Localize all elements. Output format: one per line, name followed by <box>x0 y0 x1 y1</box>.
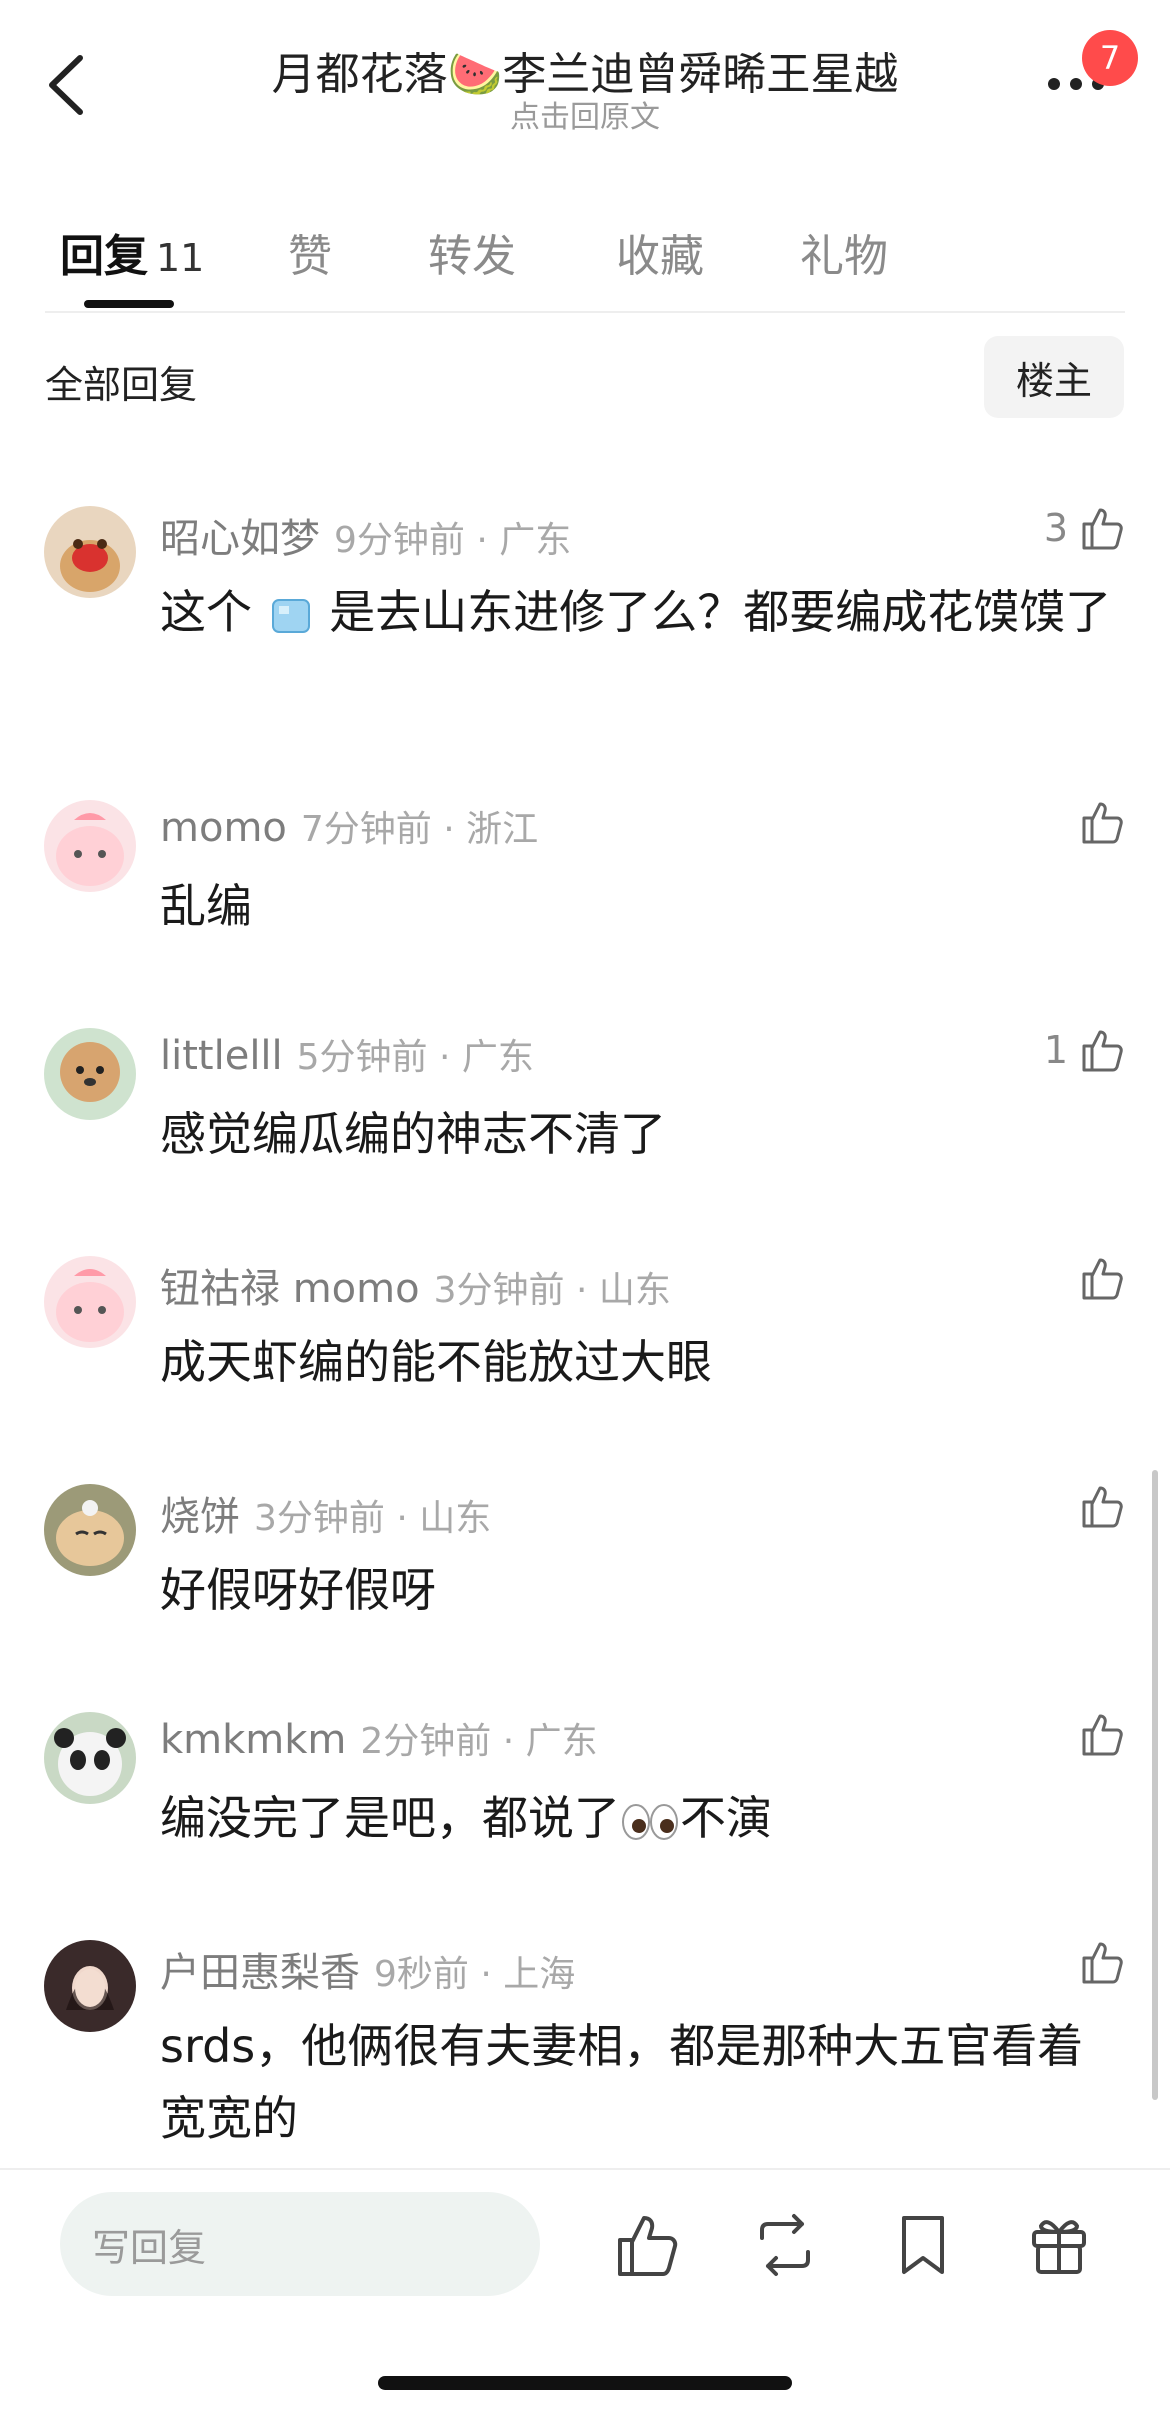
username[interactable]: 户田惠梨香 <box>160 1950 360 1996</box>
comment-text: srds，他俩很有夫妻相，都是那种大五官看着宽宽的 <box>160 2019 1084 2145</box>
op-only-button[interactable]: 楼主 <box>984 336 1124 418</box>
comment-meta: momo 7分钟前 · 浙江 <box>160 800 538 852</box>
timestamp-location: 9分钟前 · 广东 <box>334 520 572 561</box>
eyes-emoji-icon <box>622 1803 678 1840</box>
like-button[interactable] <box>1068 798 1126 846</box>
tab-gifts[interactable]: 礼物 <box>800 220 888 284</box>
like-count: 3 <box>1043 506 1068 550</box>
comment-text-part: 是去山东进修了么？都要编成花馍馍了 <box>329 585 1112 639</box>
thumbs-up-icon <box>1082 1486 1123 1528</box>
username[interactable]: momo <box>160 805 287 851</box>
back-to-original-link[interactable]: 点击回原文 <box>0 92 1170 136</box>
tab-bar: 回复 11 赞 转发 收藏 礼物 <box>0 200 1170 310</box>
thumbs-up-icon <box>1082 1258 1123 1300</box>
like-count: 1 <box>1043 1028 1068 1072</box>
ice-cube-emoji-icon <box>271 598 310 633</box>
divider <box>45 311 1125 313</box>
like-button[interactable] <box>1068 1710 1126 1758</box>
tab-replies[interactable]: 回复 11 <box>60 220 204 284</box>
scrollbar[interactable] <box>1152 1470 1158 2100</box>
gift-icon[interactable] <box>1024 2210 1094 2280</box>
timestamp-location: 2分钟前 · 广东 <box>360 1721 598 1762</box>
comment-text-part: 编没完了是吧，都说了 <box>160 1791 620 1845</box>
comment-meta: 昭心如梦 9分钟前 · 广东 <box>160 506 571 564</box>
thumbs-up-icon <box>1082 508 1123 550</box>
like-button[interactable] <box>1068 1482 1126 1530</box>
comment-text: 好假呀好假呀 <box>160 1563 436 1617</box>
avatar[interactable] <box>44 1484 136 1576</box>
timestamp-location: 3分钟前 · 山东 <box>254 1498 492 1539</box>
like-button[interactable]: 1 <box>1044 1026 1126 1074</box>
thumbs-up-icon <box>1082 802 1123 844</box>
avatar[interactable] <box>44 506 136 598</box>
reply-input[interactable]: 写回复 <box>60 2192 540 2296</box>
thumbs-up-icon <box>1082 1942 1123 1984</box>
like-button[interactable] <box>1068 1938 1126 1986</box>
comment-meta: kmkmkm 2分钟前 · 广东 <box>160 1712 598 1764</box>
comment-meta: 户田惠梨香 9秒前 · 上海 <box>160 1940 575 1998</box>
tab-count: 11 <box>156 236 205 280</box>
section-title: 全部回复 <box>45 363 198 407</box>
home-indicator[interactable] <box>378 2376 792 2390</box>
thumbs-up-icon <box>1082 1030 1123 1072</box>
repost-icon[interactable] <box>750 2210 820 2280</box>
comment-text-part: 不演 <box>680 1791 772 1845</box>
avatar[interactable] <box>44 1256 136 1348</box>
avatar[interactable] <box>44 1712 136 1804</box>
avatar[interactable] <box>44 1028 136 1120</box>
comment-meta: 烧饼 3分钟前 · 山东 <box>160 1484 491 1542</box>
username[interactable]: kmkmkm <box>160 1717 346 1763</box>
comment-text: 乱编 <box>160 879 252 933</box>
thumbs-up-icon[interactable] <box>612 2210 682 2280</box>
comment-text: 编没完了是吧，都说了 不演 <box>160 1782 1120 1854</box>
thumbs-up-icon <box>1082 1714 1123 1756</box>
bookmark-icon[interactable] <box>888 2210 958 2280</box>
tab-label: 回复 <box>60 231 148 282</box>
comment-text: 成天虾编的能不能放过大眼 <box>160 1335 712 1389</box>
avatar[interactable] <box>44 800 136 892</box>
notification-badge: 7 <box>1082 30 1138 86</box>
timestamp-location: 9秒前 · 上海 <box>374 1954 576 1995</box>
top-bar: 月都花落🍉李兰迪曾舜晞王星越 点击回原文 7 <box>0 0 1170 150</box>
tab-likes[interactable]: 赞 <box>288 220 332 284</box>
username[interactable]: littlelll <box>160 1033 283 1079</box>
comment-text: 感觉编瓜编的神志不清了 <box>160 1107 666 1161</box>
active-tab-indicator <box>84 300 174 308</box>
comment-text: 这个 是去山东进修了么？都要编成花馍馍了 <box>160 576 1120 648</box>
tab-favorites[interactable]: 收藏 <box>616 220 704 284</box>
username[interactable]: 钮祜禄 momo <box>160 1266 420 1312</box>
username[interactable]: 烧饼 <box>160 1494 240 1540</box>
comment-text-part: 这个 <box>160 585 252 639</box>
avatar[interactable] <box>44 1940 136 2032</box>
timestamp-location: 3分钟前 · 山东 <box>433 1270 671 1311</box>
like-button[interactable] <box>1068 1254 1126 1302</box>
comment-meta: littlelll 5分钟前 · 广东 <box>160 1028 534 1080</box>
timestamp-location: 7分钟前 · 浙江 <box>300 809 539 850</box>
comment-meta: 钮祜禄 momo 3分钟前 · 山东 <box>160 1256 671 1314</box>
tab-reposts[interactable]: 转发 <box>428 220 516 284</box>
username[interactable]: 昭心如梦 <box>160 516 320 562</box>
timestamp-location: 5分钟前 · 广东 <box>296 1037 534 1078</box>
like-button[interactable]: 3 <box>1044 504 1126 552</box>
